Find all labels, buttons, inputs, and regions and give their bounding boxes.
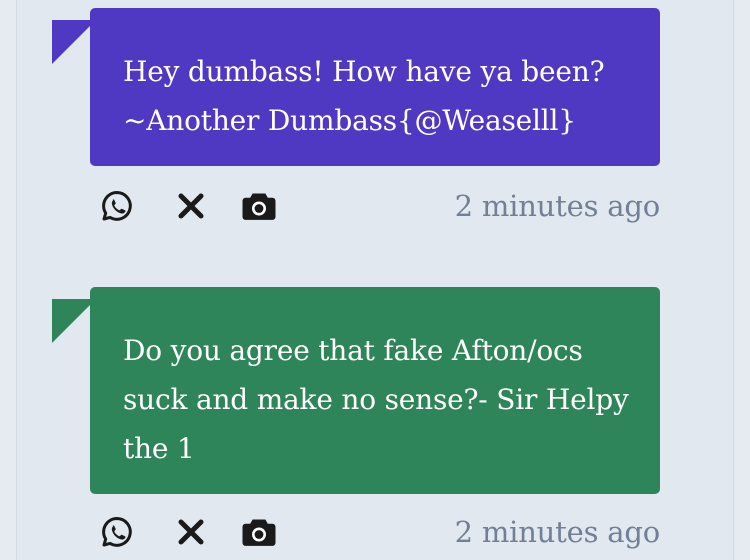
timestamp: 2 minutes ago [454,515,661,549]
message-text-line: the 1 [123,432,195,465]
message-actions: 2 minutes ago [98,510,660,550]
whatsapp-icon[interactable] [98,187,136,225]
message-bubble: Hey dumbass! How have ya been? ~Another … [90,8,660,166]
message-actions: 2 minutes ago [98,184,660,224]
close-icon[interactable] [172,513,210,551]
whatsapp-icon[interactable] [98,513,136,551]
left-page-margin [0,0,17,560]
timestamp: 2 minutes ago [454,189,661,223]
camera-icon[interactable] [240,187,278,225]
message-feed: Hey dumbass! How have ya been? ~Another … [0,0,750,560]
message-bubble: Do you agree that fake Afton/ocs suck an… [90,287,660,494]
message-text-line: suck and make no sense?- Sir Helpy [123,383,629,416]
close-icon[interactable] [172,187,210,225]
message-text-line: Hey dumbass! How have ya been? [123,55,605,88]
message-text-line: Do you agree that fake Afton/ocs [123,334,583,367]
camera-icon[interactable] [240,513,278,551]
right-page-margin [733,0,750,560]
message-text-line: ~Another Dumbass{@Weaselll} [123,104,576,137]
